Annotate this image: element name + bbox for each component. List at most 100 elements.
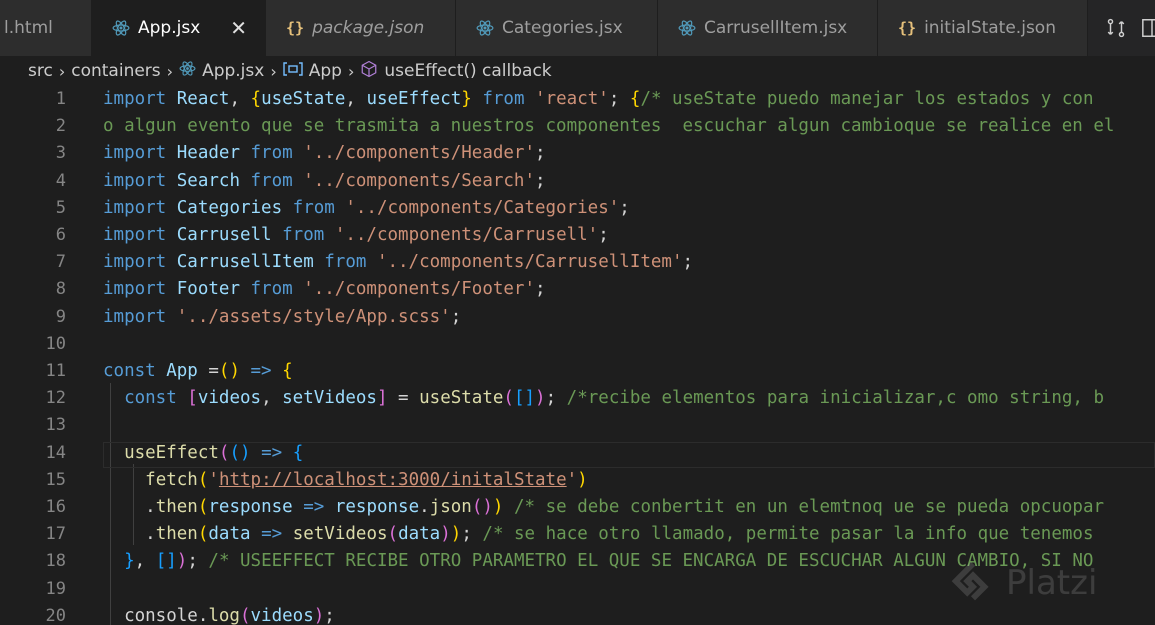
code-token: (	[218, 442, 230, 463]
code-token: import	[103, 225, 177, 245]
code-token: 'react'	[535, 89, 609, 109]
code-line: 3 import Header from '../components/Heade…	[0, 140, 1155, 167]
tab-label: package.json	[312, 18, 425, 38]
split-editor-icon[interactable]	[1140, 16, 1155, 40]
code-token: ;	[187, 551, 209, 572]
code-token: import	[103, 170, 177, 191]
breadcrumb-containers[interactable]: containers	[71, 61, 160, 81]
line-number: 3	[55, 143, 66, 164]
code-token: App	[166, 361, 198, 381]
tab-categories-jsx[interactable]: Categories.jsx	[456, 0, 658, 56]
code-token: import	[103, 306, 177, 327]
react-icon	[179, 60, 196, 82]
line-number: 12	[45, 388, 66, 409]
code-token: '../components/CarrusellItem'	[376, 252, 683, 273]
editor-tab-bar: l.html App.jsx ✕ {} package.json Categor…	[0, 0, 1155, 56]
code-token: from	[239, 143, 304, 164]
code-token: (	[197, 524, 209, 545]
code-text: import Search from '../components/Search…	[103, 168, 546, 195]
code-token: ,	[229, 89, 251, 109]
breadcrumb: src › containers › App.jsx › App › useEf…	[0, 56, 1155, 86]
code-token: from	[239, 279, 304, 300]
code-token: ;	[682, 252, 694, 273]
code-token: CarrusellItem	[176, 252, 314, 273]
line-number: 2	[55, 116, 66, 137]
code-token: (	[387, 524, 399, 545]
code-token: =	[387, 388, 420, 409]
code-token: console.	[103, 605, 209, 625]
code-line: 6 import Carrusell from '../components/Ca…	[0, 222, 1155, 249]
breadcrumb-src[interactable]: src	[28, 61, 53, 81]
code-token: )	[535, 388, 546, 409]
code-token: then	[155, 497, 198, 517]
breadcrumb-symbol-label: App	[308, 61, 342, 81]
breadcrumb-symbol[interactable]: App	[283, 61, 342, 81]
code-token: (	[197, 497, 209, 517]
platzi-watermark: Platzi	[950, 560, 1097, 606]
code-token: .	[103, 497, 156, 517]
code-token: ,	[134, 551, 156, 572]
code-token: useState	[261, 89, 346, 109]
code-line: 16 .then(response => response.json()) /*…	[0, 494, 1155, 521]
code-line: 8 import Footer from '../components/Foote…	[0, 276, 1155, 303]
code-token: )	[313, 605, 325, 625]
code-token: o algun evento que se trasmita a nuestro…	[103, 116, 1115, 137]
close-icon[interactable]: ✕	[230, 16, 247, 40]
code-line: 2 o algun evento que se trasmita a nuestr…	[0, 113, 1155, 140]
breadcrumb-callback[interactable]: useEffect() callback	[360, 60, 552, 83]
code-token: import	[103, 89, 177, 109]
code-token: ;	[461, 524, 483, 545]
code-token: Header	[176, 143, 240, 164]
code-line: 14 useEffect(() => {	[0, 440, 1155, 467]
code-token: then	[155, 524, 198, 545]
code-text: import Header from '../components/Header…	[103, 140, 546, 167]
code-token: videos	[197, 388, 262, 409]
line-number: 5	[55, 197, 66, 218]
code-line: 13	[0, 412, 1155, 439]
line-number: 20	[45, 605, 66, 625]
code-token: Footer	[176, 279, 240, 300]
code-token: ;	[535, 279, 546, 300]
code-token: import	[103, 197, 177, 218]
code-token: ;	[608, 89, 630, 109]
code-token: [	[187, 388, 198, 409]
code-token: fetch	[145, 469, 198, 490]
code-token: )	[492, 497, 504, 517]
tab-initialstate-json[interactable]: {} initialState.json	[878, 0, 1088, 56]
tab-carrusellitem-jsx[interactable]: CarrusellItem.jsx	[658, 0, 878, 56]
watermark-text: Platzi	[1006, 563, 1098, 603]
line-number: 17	[45, 524, 66, 545]
code-token: []	[155, 551, 177, 572]
code-token: import	[103, 252, 177, 273]
code-token: =>	[292, 497, 335, 517]
code-token: '../components/Search'	[303, 170, 535, 191]
line-number: 10	[45, 333, 66, 354]
line-number: 11	[45, 361, 66, 381]
code-text: import Carrusell from '../components/Car…	[103, 222, 609, 249]
code-token: /* se debe conbertit en un elemtnoq ue s…	[514, 497, 1105, 517]
tab-label: App.jsx	[138, 18, 201, 38]
code-token: ;	[619, 197, 630, 218]
tab-app-jsx[interactable]: App.jsx ✕	[92, 0, 266, 56]
code-token: ;	[545, 388, 567, 409]
json-icon: {}	[898, 19, 917, 37]
code-line: 20 console.log(videos);	[0, 603, 1155, 625]
variable-symbol-icon	[283, 61, 303, 81]
tab-package-json[interactable]: {} package.json	[266, 0, 456, 56]
line-number: 6	[55, 225, 66, 245]
code-token: {	[629, 89, 641, 109]
tab-label: initialState.json	[924, 18, 1056, 38]
code-token: {	[250, 89, 262, 109]
code-token: ,	[345, 89, 367, 109]
line-number: 18	[45, 551, 66, 572]
source-control-compare-icon[interactable]	[1104, 16, 1128, 40]
code-editor[interactable]: 1 import React, {useState, useEffect} fro…	[0, 86, 1155, 625]
code-token: ()	[229, 442, 251, 463]
code-token: from	[239, 170, 304, 191]
breadcrumb-file[interactable]: App.jsx	[179, 60, 264, 82]
tab-index-html[interactable]: l.html	[0, 0, 92, 56]
code-token: response	[334, 497, 420, 517]
